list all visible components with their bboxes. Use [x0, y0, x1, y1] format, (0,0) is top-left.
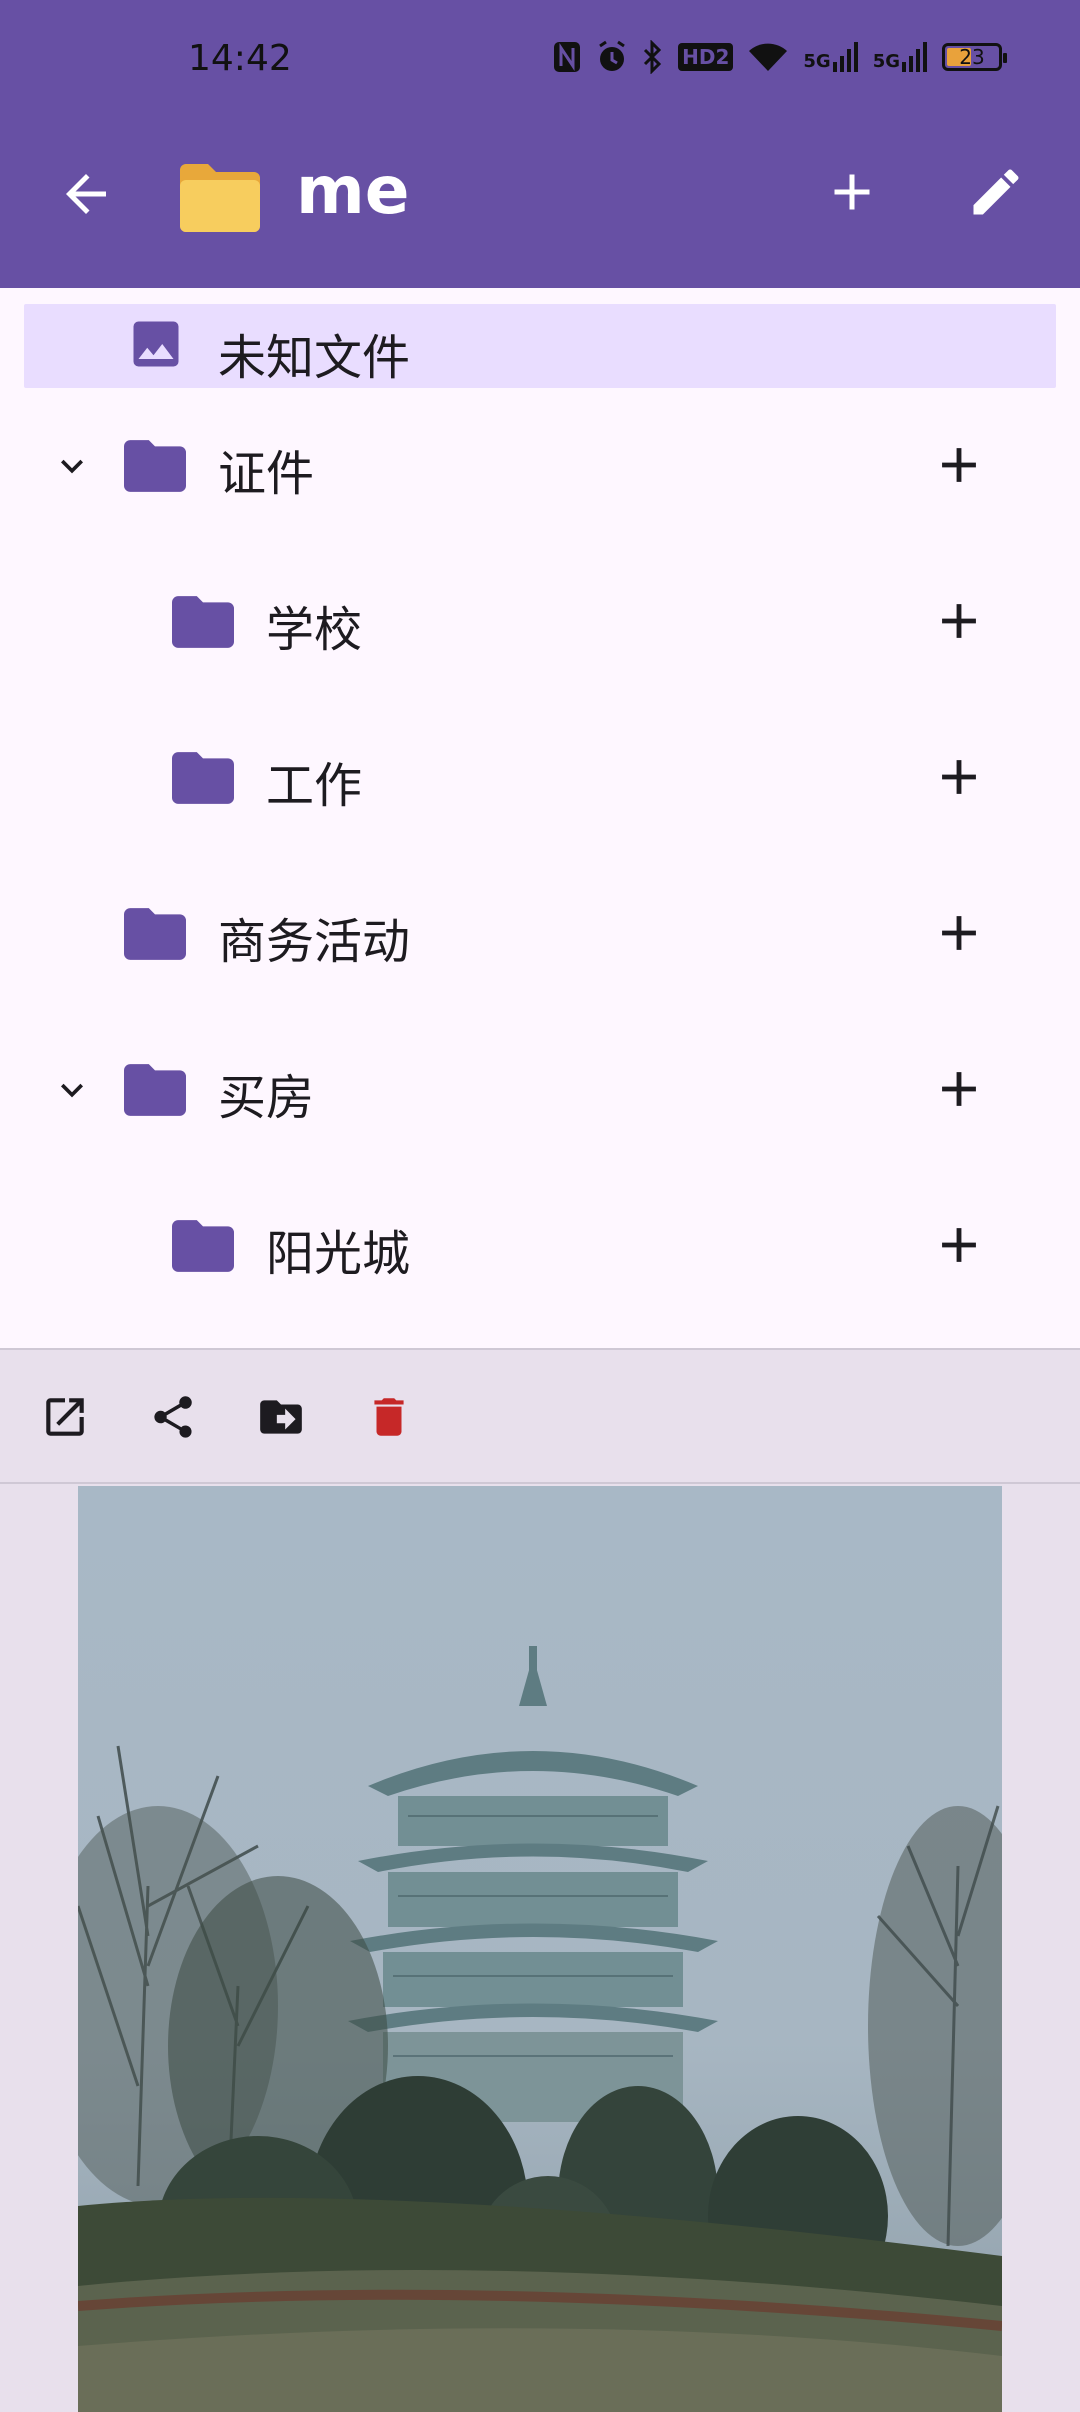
action-toolbar — [0, 1350, 1080, 1482]
tree-item-label: 未知文件 — [218, 330, 411, 386]
folder-emoji-icon — [180, 164, 260, 232]
nfc-icon — [554, 42, 581, 72]
tree-item-business[interactable]: 商务活动 — [0, 856, 1080, 1012]
move-icon[interactable] — [256, 1392, 306, 1442]
signal-5g-2-icon: 5G — [873, 42, 928, 72]
pagoda-photo — [78, 1486, 1002, 2412]
add-subfolder-icon[interactable] — [930, 1060, 988, 1118]
tree-item-documents[interactable]: 证件 — [0, 388, 1080, 544]
open-external-icon[interactable] — [40, 1392, 90, 1442]
image-icon — [133, 321, 179, 367]
tree-item-label: 阳光城 — [266, 1226, 411, 1282]
status-icons: HD2 5G 5G 23 — [552, 40, 1007, 74]
hd-icon: HD2 — [678, 43, 734, 71]
tree-item-label: 工作 — [266, 758, 363, 814]
page-title: me — [296, 152, 410, 229]
battery-level: 23 — [959, 45, 985, 69]
folder-icon — [172, 752, 234, 804]
signal-5g-1-label: 5G — [803, 51, 831, 72]
add-subfolder-icon[interactable] — [930, 904, 988, 962]
bluetooth-icon — [644, 40, 662, 74]
tree-item-school[interactable]: 学校 — [0, 544, 1080, 700]
folder-tree: 未知文件 证件 学校 工作 商务活动 买房 阳光城 — [0, 288, 1080, 1348]
battery-icon: 23 — [942, 43, 1007, 71]
share-icon[interactable] — [148, 1392, 198, 1442]
status-bar: 14:42 HD2 5G 5G 23 — [0, 0, 1080, 122]
tree-item-sunshine-city[interactable]: 阳光城 — [0, 1168, 1080, 1324]
chevron-down-icon[interactable] — [50, 1068, 94, 1112]
status-time: 14:42 — [188, 38, 292, 79]
delete-icon[interactable] — [364, 1392, 414, 1442]
add-subfolder-icon[interactable] — [930, 592, 988, 650]
tree-item-label: 买房 — [218, 1070, 315, 1126]
back-arrow-icon[interactable] — [56, 164, 116, 224]
add-icon[interactable] — [822, 162, 882, 222]
add-subfolder-icon[interactable] — [930, 748, 988, 806]
folder-icon — [172, 596, 234, 648]
chevron-down-icon[interactable] — [50, 444, 94, 488]
folder-icon — [172, 1220, 234, 1272]
tree-item-work[interactable]: 工作 — [0, 700, 1080, 856]
tree-item-label: 学校 — [266, 602, 363, 658]
add-subfolder-icon[interactable] — [930, 1216, 988, 1274]
tree-item-label: 证件 — [218, 446, 315, 502]
tree-item-unknown-files[interactable]: 未知文件 — [24, 304, 1056, 388]
alarm-icon — [599, 40, 625, 71]
signal-5g-2-label: 5G — [872, 51, 900, 72]
folder-icon — [124, 908, 186, 960]
edit-icon[interactable] — [966, 162, 1026, 222]
folder-icon — [124, 440, 186, 492]
folder-icon — [124, 1064, 186, 1116]
add-subfolder-icon[interactable] — [930, 436, 988, 494]
tree-item-house[interactable]: 买房 — [0, 1012, 1080, 1168]
image-preview[interactable] — [78, 1486, 1002, 2412]
tree-item-label: 商务活动 — [218, 914, 411, 970]
wifi-icon — [749, 43, 788, 71]
signal-5g-1-icon: 5G — [803, 42, 858, 72]
app-bar: me — [0, 122, 1080, 288]
